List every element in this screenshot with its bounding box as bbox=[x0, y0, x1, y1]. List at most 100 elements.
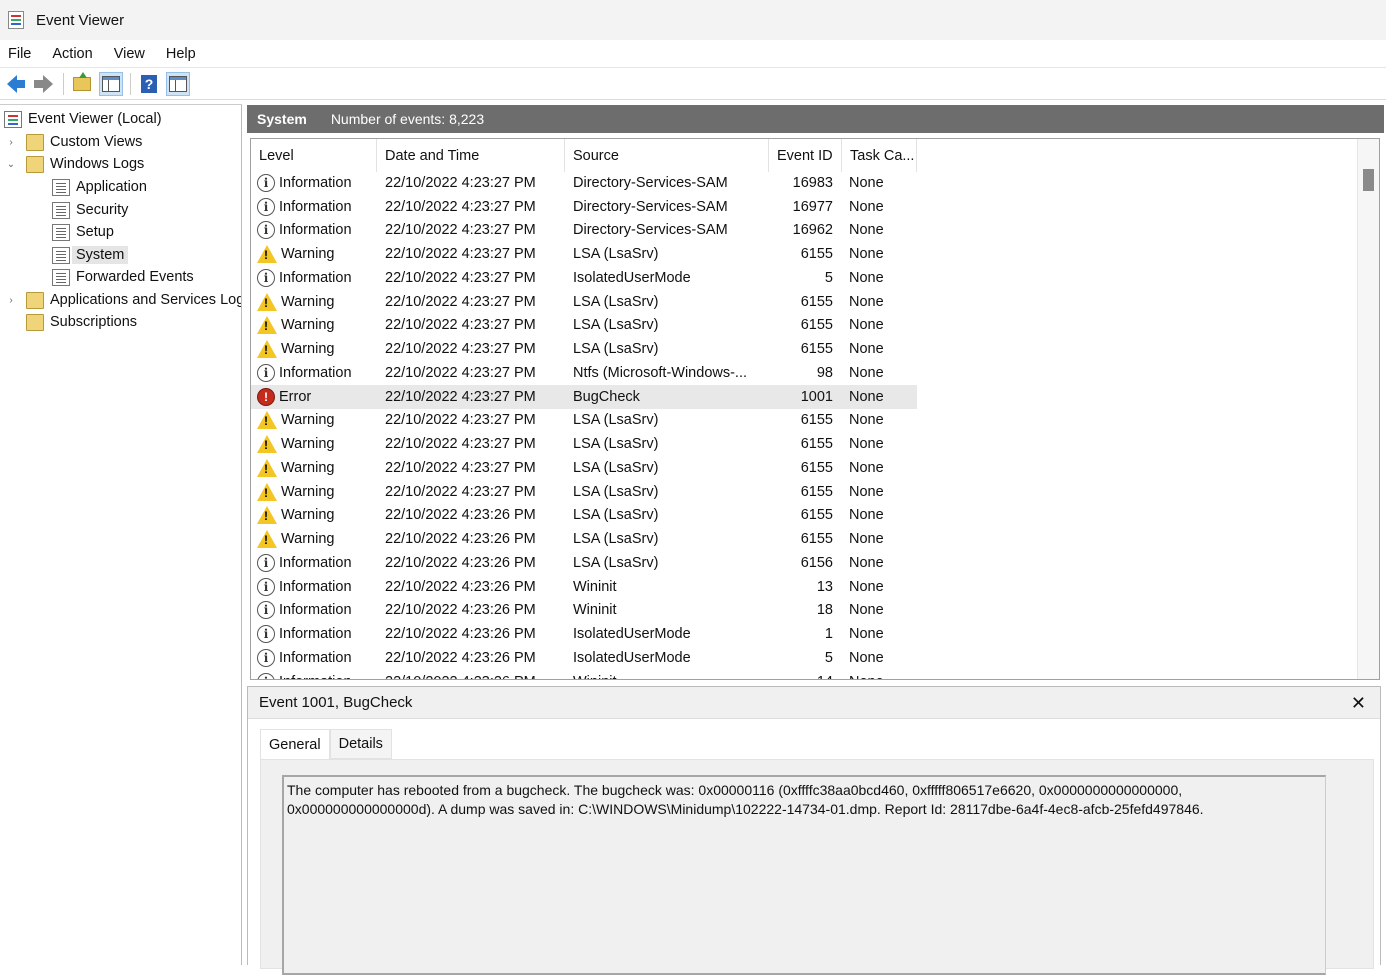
level-text: Information bbox=[279, 649, 352, 666]
forward-button[interactable] bbox=[32, 72, 56, 96]
tab-details[interactable]: Details bbox=[329, 729, 392, 759]
source-cell: LSA (LsaSrv) bbox=[573, 531, 659, 548]
tree-item-setup[interactable]: Setup bbox=[52, 221, 114, 243]
tree-item-windows-logs[interactable]: ⌄ Windows Logs bbox=[4, 153, 144, 175]
tree-item-event-viewer-local[interactable]: Event Viewer (Local) bbox=[4, 108, 162, 130]
event-row[interactable]: Warning 22/10/2022 4:23:27 PM LSA (LsaSrv)… bbox=[251, 314, 1358, 338]
level-cell: iInformation bbox=[251, 553, 377, 572]
folder-icon bbox=[26, 155, 44, 173]
date-cell: 22/10/2022 4:23:27 PM bbox=[385, 317, 536, 334]
tree-item-label: Applications and Services Log bbox=[50, 292, 242, 308]
event-row[interactable]: Warning 22/10/2022 4:23:27 PM LSA (LsaSrv)… bbox=[251, 242, 1358, 266]
task-category-cell: None bbox=[849, 198, 884, 215]
event-id-cell: 98 bbox=[816, 364, 833, 381]
level-text: Warning bbox=[281, 483, 335, 500]
menu-help[interactable]: Help bbox=[166, 46, 196, 62]
help-button[interactable]: ? bbox=[137, 72, 161, 96]
source-cell: Directory-Services-SAM bbox=[573, 174, 728, 191]
event-row[interactable]: Warning 22/10/2022 4:23:27 PM LSA (LsaSrv)… bbox=[251, 480, 1358, 504]
warning-icon bbox=[257, 435, 277, 454]
task-category-cell: None bbox=[849, 293, 884, 310]
chevron-right-icon[interactable]: › bbox=[4, 137, 18, 148]
level-cell: iInformation bbox=[251, 363, 377, 382]
task-category-cell: None bbox=[849, 174, 884, 191]
level-text: Warning bbox=[281, 317, 335, 334]
date-cell: 22/10/2022 4:23:27 PM bbox=[385, 222, 536, 239]
show-hide-console-tree-button[interactable] bbox=[99, 71, 123, 96]
event-count: Number of events: 8,223 bbox=[330, 111, 485, 127]
event-id-cell: 6155 bbox=[800, 412, 833, 429]
menu-action[interactable]: Action bbox=[52, 46, 92, 62]
level-cell: ! Error bbox=[251, 387, 377, 406]
menu-file[interactable]: File bbox=[8, 46, 31, 62]
date-cell: 22/10/2022 4:23:27 PM bbox=[385, 364, 536, 381]
event-row[interactable]: i Information 22/10/2022 4:23:26 PM Isolate… bbox=[251, 622, 1358, 646]
tree-item-applications-and-services-logs[interactable]: › Applications and Services Log bbox=[4, 289, 242, 311]
event-row[interactable]: i Information 22/10/2022 4:23:26 PM LSA (Ls… bbox=[251, 551, 1358, 575]
column-header-source[interactable]: Source bbox=[565, 139, 769, 172]
event-row[interactable]: Warning 22/10/2022 4:23:27 PM LSA (LsaSrv)… bbox=[251, 432, 1358, 456]
task-category-cell: None bbox=[849, 459, 884, 476]
event-row[interactable]: i Information 22/10/2022 4:23:27 PM Isolate… bbox=[251, 266, 1358, 290]
tree-item-security[interactable]: Security bbox=[52, 199, 128, 221]
event-row[interactable]: Warning 22/10/2022 4:23:27 PM LSA (LsaSrv)… bbox=[251, 456, 1358, 480]
event-id-cell: 14 bbox=[765, 674, 835, 679]
event-description[interactable]: The computer has rebooted from a bugchec… bbox=[282, 775, 1326, 975]
task-category-cell: None bbox=[849, 364, 884, 381]
show-hide-action-pane-button[interactable] bbox=[166, 71, 190, 96]
event-row[interactable]: i Information 22/10/2022 4:23:27 PM Directo… bbox=[251, 195, 1358, 219]
event-row[interactable]: i Information 22/10/2022 4:23:27 PM Directo… bbox=[251, 171, 1358, 195]
tree-item-system[interactable]: System bbox=[52, 244, 129, 266]
log-icon bbox=[52, 268, 70, 286]
level-text: Information bbox=[279, 174, 352, 191]
chevron-down-icon[interactable]: ⌄ bbox=[4, 159, 18, 170]
chevron-right-icon[interactable]: › bbox=[4, 295, 18, 306]
tree-item-application[interactable]: Application bbox=[52, 176, 147, 198]
task-category-cell: None bbox=[849, 412, 884, 429]
date-cell: 22/10/2022 4:23:26 PM bbox=[385, 531, 536, 548]
source-cell: Ntfs (Microsoft-Windows-... bbox=[573, 364, 748, 381]
event-row[interactable]: Warning 22/10/2022 4:23:26 PM LSA (LsaSrv)… bbox=[251, 527, 1358, 551]
event-row[interactable]: iInformation22/10/2022 4:23:26 PMWininit… bbox=[251, 599, 1358, 623]
warning-icon bbox=[257, 245, 277, 264]
date-cell: 22/10/2022 4:23:27 PM bbox=[385, 341, 536, 358]
column-header-task-category[interactable]: Task Ca... bbox=[842, 139, 917, 172]
event-id-cell: 6155 bbox=[800, 531, 833, 548]
toolbar-separator bbox=[63, 72, 64, 95]
back-button[interactable] bbox=[3, 72, 27, 96]
tree-item-custom-views[interactable]: › Custom Views bbox=[4, 131, 142, 153]
show-hide-console-tree-icon bbox=[102, 75, 120, 92]
event-id-cell: 1 bbox=[824, 626, 833, 643]
level-cell: iInformation bbox=[251, 601, 377, 620]
menu-view[interactable]: View bbox=[114, 46, 145, 62]
event-row[interactable]: iInformation22/10/2022 4:23:26 PMWininit… bbox=[251, 575, 1358, 599]
tree-item-label: Custom Views bbox=[50, 134, 143, 150]
level-text: Information bbox=[279, 602, 352, 619]
column-header-date-and-time[interactable]: Date and Time bbox=[377, 139, 565, 172]
close-icon[interactable]: ✕ bbox=[1351, 693, 1366, 714]
event-row[interactable]: ! Error 22/10/2022 4:23:27 PM BugCheck 1001 N… bbox=[251, 384, 917, 409]
event-row[interactable]: iInformation22/10/2022 4:23:26 PMWininit… bbox=[251, 670, 1358, 679]
up-one-level-button[interactable] bbox=[70, 71, 94, 96]
column-header-event-id[interactable]: Event ID bbox=[769, 139, 842, 172]
event-row[interactable]: Warning 22/10/2022 4:23:27 PM LSA (LsaSrv)… bbox=[251, 290, 1358, 314]
event-row[interactable]: Warning 22/10/2022 4:23:27 PM LSA (LsaSrv)… bbox=[251, 409, 1358, 433]
source-cell: LSA (LsaSrv) bbox=[573, 293, 659, 310]
column-header-level[interactable]: Level bbox=[251, 139, 377, 172]
event-row[interactable]: i Information 22/10/2022 4:23:26 PM Isolate… bbox=[251, 646, 1358, 670]
date-cell: 22/10/2022 4:23:26 PM bbox=[377, 674, 565, 679]
tree-item-forwarded-events[interactable]: Forwarded Events bbox=[52, 266, 194, 288]
event-row[interactable]: Warning 22/10/2022 4:23:27 PM LSA (LsaSrv)… bbox=[251, 337, 1358, 361]
tab-general[interactable]: General bbox=[260, 729, 330, 760]
source-cell: LSA (LsaSrv) bbox=[573, 412, 659, 429]
event-row[interactable]: Warning 22/10/2022 4:23:26 PM LSA (LsaSrv)… bbox=[251, 504, 1358, 528]
vertical-scrollbar[interactable] bbox=[1357, 139, 1379, 679]
scrollbar-thumb[interactable] bbox=[1363, 169, 1374, 191]
console-tree: Event Viewer (Local) › Custom Views ⌄ Wi… bbox=[0, 104, 242, 965]
warning-icon bbox=[257, 482, 277, 501]
tree-item-subscriptions[interactable]: Subscriptions bbox=[26, 311, 137, 333]
event-row[interactable]: i Information 22/10/2022 4:23:27 PM Directo… bbox=[251, 219, 1358, 243]
date-cell: 22/10/2022 4:23:27 PM bbox=[385, 174, 536, 191]
event-row[interactable]: i Information 22/10/2022 4:23:27 PM Ntfs (M… bbox=[251, 361, 1358, 385]
level-cell: Warning bbox=[251, 482, 377, 501]
